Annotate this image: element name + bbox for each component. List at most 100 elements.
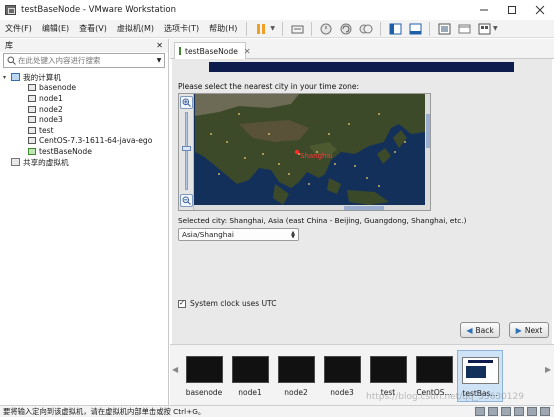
unity-icon	[458, 24, 471, 33]
chevron-down-icon[interactable]: ▼	[270, 25, 275, 32]
tree-item-label: 我的计算机	[23, 72, 61, 82]
snapshot-icon	[320, 23, 332, 34]
toolbar-separator	[380, 21, 382, 36]
thumbnail-label: node2	[284, 388, 308, 397]
tree-item-vm[interactable]: CentOS-7.3-1611-64-java-ego	[0, 136, 168, 147]
vm-thumbnail-image	[369, 356, 407, 383]
library-search-input[interactable]	[18, 56, 154, 65]
tree-item-vm[interactable]: node3	[0, 114, 168, 125]
pause-button[interactable]	[253, 22, 269, 36]
vm-running-icon	[28, 147, 36, 155]
vm-icon	[28, 105, 36, 113]
library-close-icon[interactable]: ✕	[156, 41, 163, 50]
zoom-out-button[interactable]	[180, 194, 193, 207]
menu-tabs[interactable]: 选项卡(T)	[159, 23, 204, 34]
utc-checkbox-row[interactable]: ✓ System clock uses UTC	[178, 299, 276, 308]
collapse-icon[interactable]: ▾	[3, 74, 11, 81]
console-view-button[interactable]	[476, 22, 492, 36]
toolbar-separator	[429, 21, 431, 36]
menu-view[interactable]: 查看(V)	[74, 23, 112, 34]
tree-item-my-computer[interactable]: ▾ 我的计算机	[0, 72, 168, 83]
tree-item-vm-running[interactable]: testBaseNode	[0, 146, 168, 157]
vm-icon	[28, 116, 36, 124]
revert-snapshot-button[interactable]	[338, 22, 354, 36]
close-tab-icon[interactable]: ✕	[244, 47, 251, 56]
sound-icon[interactable]	[527, 407, 537, 416]
thumbnail-item[interactable]: basenode	[181, 350, 227, 402]
installer-banner	[209, 62, 514, 72]
chevron-down-icon[interactable]: ▼	[493, 25, 498, 32]
fullscreen-button[interactable]	[436, 22, 452, 36]
timezone-map[interactable]: Shanghai	[178, 93, 431, 211]
shared-vms-icon	[11, 158, 20, 167]
pause-icon	[257, 23, 266, 34]
watermark-text: https://blog.csdn.net/qq_35630129	[365, 392, 524, 402]
vm-thumbnail-image	[323, 356, 361, 383]
vm-tree: ▾ 我的计算机 basenode node1 node2 node3 test …	[0, 69, 168, 167]
close-button[interactable]	[526, 0, 554, 20]
zoom-in-button[interactable]	[180, 96, 193, 109]
map-vertical-scrollbar[interactable]	[425, 94, 430, 210]
utc-checkbox[interactable]: ✓	[178, 299, 186, 308]
revert-snapshot-icon	[340, 23, 352, 34]
tree-item-label: testBaseNode	[39, 146, 92, 156]
thumbnail-item[interactable]: node1	[227, 350, 273, 402]
snapshot-button[interactable]	[318, 22, 334, 36]
tree-item-vm[interactable]: node1	[0, 93, 168, 104]
timezone-select[interactable]: Asia/Shanghai ▲ ▼	[178, 228, 299, 241]
hard-disk-icon[interactable]	[475, 407, 485, 416]
next-button[interactable]: ▶ Next	[509, 322, 549, 338]
minimize-button[interactable]	[470, 0, 498, 20]
display-icon[interactable]	[540, 407, 550, 416]
thumbnail-label: basenode	[185, 388, 223, 397]
thumbnail-view-button[interactable]	[407, 22, 423, 36]
vm-running-icon	[179, 47, 181, 55]
scroll-right-icon[interactable]: ▶	[545, 365, 551, 374]
scrollbar-thumb[interactable]	[426, 114, 430, 148]
timezone-select-value: Asia/Shanghai	[182, 230, 234, 239]
menu-bar: 文件(F) 编辑(E) 查看(V) 虚拟机(M) 选项卡(T) 帮助(H) ▼ …	[0, 20, 554, 38]
scroll-left-icon[interactable]: ◀	[172, 365, 178, 374]
chevron-down-icon[interactable]: ▼	[154, 57, 164, 64]
computer-icon	[11, 73, 20, 82]
menu-edit[interactable]: 编辑(E)	[37, 23, 74, 34]
zoom-slider-track[interactable]	[185, 112, 188, 190]
menu-help[interactable]: 帮助(H)	[204, 23, 242, 34]
tab-testbasenode[interactable]: testBaseNode ✕	[174, 42, 251, 59]
select-arrows-icon: ▲ ▼	[291, 229, 295, 240]
tree-item-label: 共享的虚拟机	[23, 157, 69, 167]
map-horizontal-scrollbar[interactable]	[194, 205, 425, 210]
scrollbar-thumb[interactable]	[344, 206, 384, 210]
vm-icon	[28, 84, 36, 92]
library-view-button[interactable]	[387, 22, 403, 36]
tree-item-vm[interactable]: basenode	[0, 83, 168, 94]
menu-file[interactable]: 文件(F)	[0, 23, 37, 34]
send-keys-button[interactable]	[289, 22, 305, 36]
cd-drive-icon[interactable]	[488, 407, 498, 416]
window-title: testBaseNode - VMware Workstation	[21, 5, 177, 15]
vm-thumbnail-image	[231, 356, 269, 383]
library-view-icon	[389, 23, 402, 34]
usb-icon[interactable]	[514, 407, 524, 416]
toolbar-separator	[311, 21, 313, 36]
tree-item-vm[interactable]: test	[0, 125, 168, 136]
back-button[interactable]: ◀ Back	[460, 322, 500, 338]
library-search: ▼	[3, 53, 165, 68]
window-controls	[470, 0, 554, 20]
zoom-slider-handle[interactable]	[182, 146, 191, 151]
menu-vm[interactable]: 虚拟机(M)	[112, 23, 159, 34]
unity-button[interactable]	[456, 22, 472, 36]
snapshot-manager-button[interactable]	[358, 22, 374, 36]
utc-label: System clock uses UTC	[190, 299, 277, 308]
network-icon[interactable]	[501, 407, 511, 416]
tree-item-shared-vms[interactable]: 共享的虚拟机	[0, 157, 168, 168]
vm-icon	[28, 126, 36, 134]
tree-item-label: node2	[39, 104, 63, 114]
maximize-button[interactable]	[498, 0, 526, 20]
tree-item-vm[interactable]: node2	[0, 104, 168, 115]
library-header: 库 ✕	[0, 39, 168, 52]
vm-console[interactable]: Please select the nearest city in your t…	[172, 59, 552, 344]
vm-thumbnail-image	[277, 356, 315, 383]
thumbnail-item[interactable]: node3	[319, 350, 365, 402]
thumbnail-item[interactable]: node2	[273, 350, 319, 402]
